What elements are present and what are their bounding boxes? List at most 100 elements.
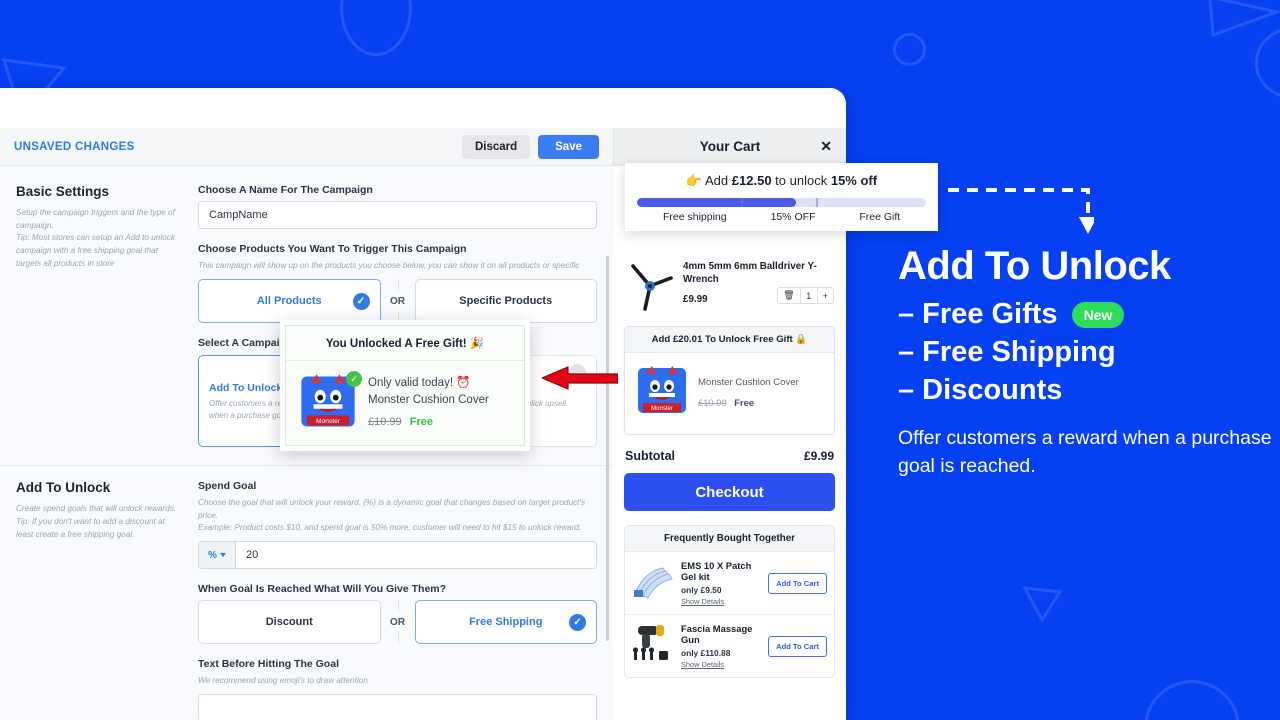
checkout-button[interactable]: Checkout [624,473,835,511]
deco-circle-far-right [1255,28,1280,98]
reward-choice-discount[interactable]: Discount [198,600,381,645]
plus-icon[interactable]: + [818,288,833,303]
add-to-unlock-fields: Spend Goal Choose the goal that will unl… [198,480,597,720]
check-circle-icon: ✓ [569,613,586,631]
gift-unlock-body: Monster Monster Cushion Cover £10.99 Fre… [625,353,834,434]
progress-message-reward: 15% off [830,173,878,188]
fbt-add-to-cart-button[interactable]: Add To Cart [768,635,827,657]
promo-bullet-text: – Discounts [898,373,1063,406]
choice-all-products-label: All Products [256,295,322,308]
annotation-dashed-arrow-icon [948,186,1097,238]
cart-header: Your Cart ✕ [613,128,846,165]
quantity-stepper: 🗑 1 + [777,287,834,305]
unlock-progress-message: 👉 Add £12.50 to unlock 15% off [637,173,926,189]
deco-circle-right [893,33,926,66]
gift-tooltip-line1-text: Only valid today! [368,376,454,389]
progress-bar-fill [637,198,796,207]
choice-all-products[interactable]: All Products ✓ [198,279,381,324]
promo-bullet: – Free Gifts New [898,296,1280,334]
goal-unit-select[interactable]: % [199,542,236,569]
promo-column: Add To Unlock – Free Gifts New – Free Sh… [898,244,1280,481]
promo-headline: Add To Unlock [898,244,1171,288]
product-scope-or: OR [381,279,415,324]
pointing-hand-icon: 👉 [685,173,703,188]
gift-unlocked-tooltip: You Unlocked A Free Gift! 🎉 Monster ✓ On… [280,320,530,451]
progress-tier-labels: Free shipping 15% OFF Free Gift [637,211,926,223]
add-to-unlock-intro: Add To Unlock Create spend goals that wi… [16,480,198,720]
gift-tooltip-header: You Unlocked A Free Gift! 🎉 [286,326,524,361]
svg-text:Monster: Monster [651,406,673,412]
reward-type-label: When Goal Is Reached What Will You Give … [198,583,447,596]
fbt-show-details-link[interactable]: Show Details [681,660,761,669]
progress-message-middle: to unlock [775,173,828,188]
toolbar-actions: Discard Save [461,134,599,159]
cart-gift-unlock-card: Add £20.01 To Unlock Free Gift 🔒 Monster… [624,326,835,435]
gift-tooltip-price: £10.99 Free [368,416,489,428]
save-button[interactable]: Save [538,134,599,159]
add-to-unlock-title: Add To Unlock [16,480,111,496]
settings-scrollbar[interactable] [606,256,609,641]
promo-bullet-text: – Free Shipping [898,335,1116,368]
y-wrench-image [625,260,675,312]
gel-patch-image [632,563,674,604]
check-circle-icon: ✓ [352,292,370,310]
spend-goal-hint: Choose the goal that will unlock your re… [198,498,586,532]
progress-message-prefix: Add [705,173,729,188]
discard-button[interactable]: Discard [461,134,531,159]
reward-choice-free-shipping[interactable]: Free Shipping ✓ [414,600,597,645]
progress-tick [741,198,743,207]
gift-tooltip-old-price: £10.99 [368,415,402,428]
party-popper-emoji: 🎉 [469,338,485,350]
fbt-list-item: Fascia Massage Gun only £110.88 Show Det… [625,614,834,677]
fbt-add-to-cart-button[interactable]: Add To Cart [768,572,827,594]
campaign-name-input[interactable] [198,201,597,229]
gift-tooltip-body: Monster ✓ Only valid today! ⏰ Monster Cu… [286,361,524,445]
chevron-down-icon [219,553,226,558]
reward-type-choices: Discount OR Free Shipping ✓ [198,600,597,645]
text-before-goal-input[interactable] [198,694,597,720]
deco-triangle-bottom [1022,585,1068,625]
basic-settings-intro: Basic Settings Setup the campaign trigge… [16,184,198,447]
close-icon[interactable]: ✕ [820,138,832,155]
fbt-list-item: EMS 10 X Patch Gel kit only £9.50 Show D… [625,552,834,614]
tier-label: Free Gift [859,211,901,223]
spend-goal-field: % [198,541,597,570]
svg-text:Monster: Monster [316,418,341,425]
tier-label: Free shipping [662,211,727,223]
gift-old-price: £10.99 [698,397,727,408]
text-before-goal-hint: We recommend using emoji's to draw atten… [198,676,368,686]
spend-goal-label: Spend Goal [198,480,257,493]
alarm-clock-emoji: ⏰ [456,376,471,389]
spend-goal-input[interactable] [236,542,596,569]
fbt-show-details-link[interactable]: Show Details [681,597,761,606]
add-to-unlock-description: Create spend goals that will unlock rewa… [16,504,177,539]
deco-triangle-topright [1205,0,1280,40]
add-to-unlock-section: Add To Unlock Create spend goals that wi… [0,466,613,720]
unlock-progress-card: 👉 Add £12.50 to unlock 15% off Free ship… [625,163,938,231]
subtotal-label: Subtotal [625,449,675,463]
basic-settings-title: Basic Settings [16,184,110,199]
choice-specific-products[interactable]: Specific Products [414,279,597,324]
new-badge: New [1071,301,1125,329]
massage-gun-image [632,624,674,669]
quantity-value[interactable]: 1 [799,288,818,304]
progress-message-amount: £12.50 [731,173,772,188]
gift-tooltip-line1: Only valid today! ⏰ [368,375,489,389]
trigger-products-hint: This campaign will show up on the produc… [198,261,580,270]
frequently-bought-together: Frequently Bought Together EMS 10 X Patc… [624,525,835,678]
deco-circle-bottomright [1144,680,1240,720]
toolbar-left: UNSAVED CHANGES Discard Save [0,128,613,165]
app-toolbar: UNSAVED CHANGES Discard Save Your Cart ✕ [0,128,846,166]
subtotal-value: £9.99 [803,449,834,463]
gift-unlock-header: Add £20.01 To Unlock Free Gift 🔒 [625,327,834,353]
cart-item-price: £9.99 [683,294,708,306]
monster-cushion-image: Monster [635,363,689,422]
cart-line-item: 4mm 5mm 6mm Balldriver Y-Wrench £9.99 🗑 … [613,248,846,322]
product-scope-choices: All Products ✓ OR Specific Products [198,279,597,324]
text-before-goal-label: Text Before Hitting The Goal [198,658,339,671]
campaign-name-label: Choose A Name For The Campaign [198,184,373,196]
fbt-title: Frequently Bought Together [625,526,834,552]
trash-icon[interactable]: 🗑 [778,288,799,303]
promo-bullet: – Free Shipping [898,334,1280,372]
lock-icon: 🔒 [795,334,808,345]
